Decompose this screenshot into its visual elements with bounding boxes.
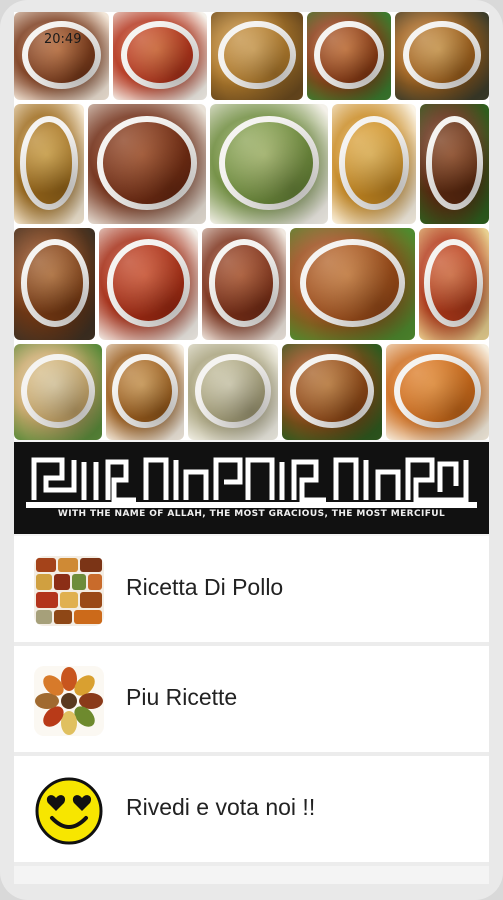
recipe-collage-icon xyxy=(34,556,104,626)
plate-shape xyxy=(112,353,178,429)
plate-shape xyxy=(338,116,410,210)
plate-shape xyxy=(107,239,191,327)
food-photo-dish-19 xyxy=(282,344,382,440)
menu-item-ricetta-di-pollo[interactable]: Ricetta Di Pollo xyxy=(14,536,489,642)
food-photo-dish-2 xyxy=(113,12,207,100)
menu-item-label: Rivedi e vota noi !! xyxy=(126,794,316,820)
food-photo-dish-18 xyxy=(188,344,278,440)
food-photo-dish-14 xyxy=(289,228,415,340)
food-photo-dish-6 xyxy=(14,104,84,224)
plate-shape xyxy=(97,116,197,210)
plate-shape xyxy=(209,239,280,327)
food-photo-dish-12 xyxy=(99,228,199,340)
food-photo-dish-5 xyxy=(395,12,489,100)
plate-shape xyxy=(313,20,385,90)
status-time: 20:49 xyxy=(44,32,82,47)
plate-shape xyxy=(195,353,271,429)
food-collage-header xyxy=(14,12,489,440)
plate-shape xyxy=(424,239,484,327)
food-photo-dish-15 xyxy=(418,228,489,340)
food-photo-dish-13 xyxy=(202,228,286,340)
plate-shape xyxy=(20,239,89,327)
phone-frame: 20:49 WITH THE NAME OF ALLAH, THE MOST G… xyxy=(0,0,503,900)
plate-shape xyxy=(21,353,95,429)
menu-item-piu-ricette[interactable]: Piu Ricette xyxy=(14,646,489,752)
spices-icon xyxy=(34,666,104,736)
menu-item-rivedi-e-vota[interactable]: Rivedi e vota noi !! xyxy=(14,756,489,862)
heart-eyes-smiley-icon xyxy=(35,777,103,845)
plate-shape xyxy=(299,239,405,327)
plate-shape xyxy=(402,20,482,90)
food-photo-dish-7 xyxy=(88,104,206,224)
bismillah-calligraphy-logo xyxy=(26,450,477,508)
plate-shape xyxy=(394,353,481,429)
menu-item-label: Piu Ricette xyxy=(126,684,238,710)
food-photo-dish-16 xyxy=(14,344,102,440)
food-photo-dish-10 xyxy=(420,104,489,224)
banner-caption: WITH THE NAME OF ALLAH, THE MOST GRACIOU… xyxy=(57,509,446,519)
plate-shape xyxy=(218,20,296,90)
plate-shape xyxy=(19,116,79,210)
plate-shape xyxy=(219,116,319,210)
app-screen: 20:49 WITH THE NAME OF ALLAH, THE MOST G… xyxy=(14,12,489,884)
food-photo-dish-9 xyxy=(332,104,416,224)
plate-shape xyxy=(120,20,200,90)
menu-item-label: Ricetta Di Pollo xyxy=(126,574,284,600)
food-photo-dish-4 xyxy=(307,12,391,100)
food-photo-dish-20 xyxy=(386,344,489,440)
plate-shape xyxy=(290,353,374,429)
plate-shape xyxy=(425,116,484,210)
food-photo-dish-3 xyxy=(211,12,303,100)
food-photo-dish-1 xyxy=(14,12,109,100)
bismillah-banner: WITH THE NAME OF ALLAH, THE MOST GRACIOU… xyxy=(14,442,489,534)
main-menu: Ricetta Di Pollo Piu Ricette Rivedi e vo… xyxy=(14,536,489,866)
food-photo-dish-8 xyxy=(210,104,328,224)
food-photo-dish-11 xyxy=(14,228,96,340)
food-photo-dish-17 xyxy=(106,344,184,440)
